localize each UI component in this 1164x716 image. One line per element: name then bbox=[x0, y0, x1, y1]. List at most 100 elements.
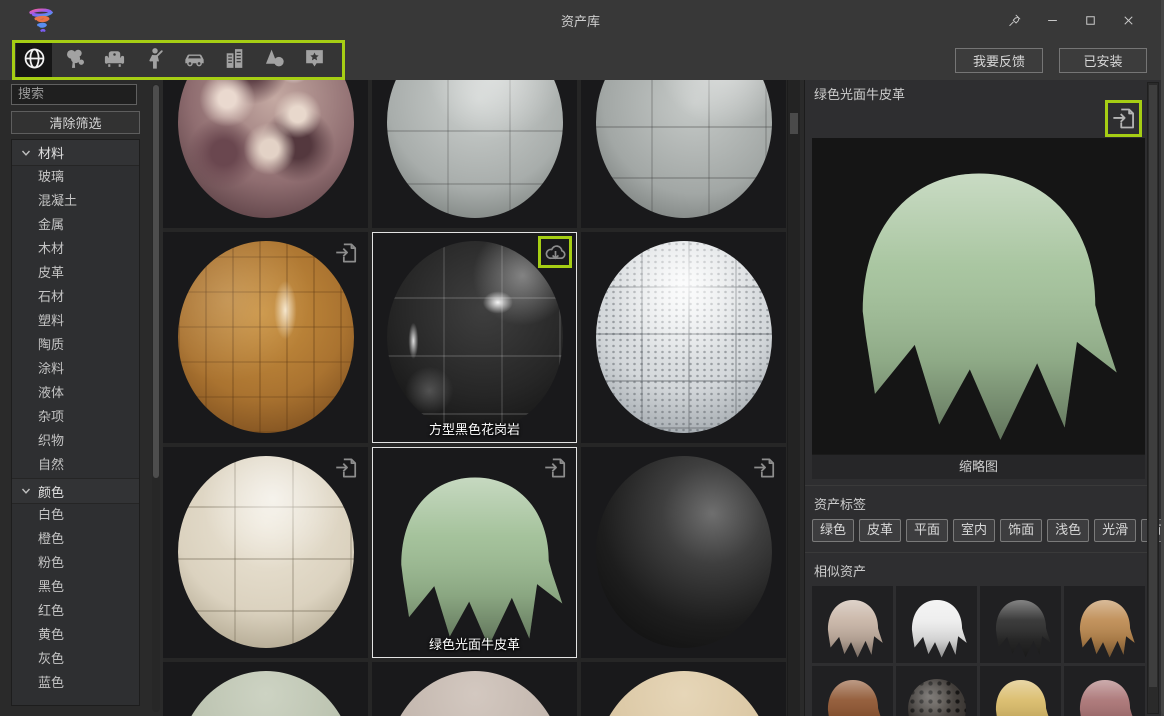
maximize-button[interactable] bbox=[1075, 7, 1105, 33]
tags-section-title: 资产标签 bbox=[814, 494, 1145, 513]
filter-item[interactable]: 织物 bbox=[12, 430, 139, 454]
import-icon[interactable] bbox=[333, 455, 359, 481]
asset-tag[interactable]: 饰面 bbox=[1000, 519, 1042, 542]
category-buildings-button[interactable] bbox=[216, 44, 252, 76]
grid-scrollbar[interactable] bbox=[787, 80, 800, 716]
filter-item[interactable]: 红色 bbox=[12, 600, 139, 624]
pin-button[interactable] bbox=[999, 7, 1029, 33]
filter-item[interactable]: 石材 bbox=[12, 286, 139, 310]
filter-item[interactable]: 玻璃 bbox=[12, 166, 139, 190]
filter-section-header[interactable]: 颜色 bbox=[12, 478, 139, 504]
similar-asset-thumb[interactable] bbox=[812, 586, 893, 663]
sidebar-scrollbar[interactable] bbox=[152, 84, 160, 712]
similar-asset-thumb[interactable] bbox=[812, 666, 893, 716]
divider bbox=[805, 485, 1152, 486]
filter-item-label: 皮革 bbox=[38, 266, 64, 281]
filter-item[interactable]: 灰色 bbox=[12, 648, 139, 672]
filter-item[interactable]: 蓝色 bbox=[12, 672, 139, 696]
category-vegetation-button[interactable] bbox=[56, 44, 92, 76]
category-primitives-button[interactable] bbox=[256, 44, 292, 76]
filter-item[interactable]: 皮革 bbox=[12, 262, 139, 286]
asset-tile[interactable] bbox=[372, 80, 577, 228]
material-sphere bbox=[596, 456, 772, 648]
detail-preview bbox=[812, 138, 1145, 454]
asset-tile[interactable]: 绿色光面牛皮革 bbox=[372, 447, 577, 658]
asset-tag[interactable]: 绿色 bbox=[812, 519, 854, 542]
asset-tile[interactable] bbox=[581, 80, 786, 228]
similar-asset-thumb[interactable] bbox=[980, 666, 1061, 716]
filter-item[interactable]: 粉色 bbox=[12, 552, 139, 576]
filter-section-header[interactable]: 材料 bbox=[12, 140, 139, 166]
asset-thumbnail bbox=[163, 662, 368, 716]
cloth-drape bbox=[826, 151, 1132, 447]
installed-button[interactable]: 已安装 bbox=[1059, 48, 1147, 73]
detail-scrollbar-thumb[interactable] bbox=[1149, 85, 1157, 687]
filter-item[interactable]: 液体 bbox=[12, 382, 139, 406]
asset-thumbnail bbox=[581, 662, 786, 716]
asset-tag[interactable]: 光滑 bbox=[1094, 519, 1136, 542]
import-icon[interactable] bbox=[333, 240, 359, 266]
filter-item[interactable]: 自然 bbox=[12, 454, 139, 478]
filter-item[interactable]: 白色 bbox=[12, 504, 139, 528]
import-icon[interactable] bbox=[751, 455, 777, 481]
filter-sections: 材料 玻璃 混凝土 金属 木材 皮革 石材 塑料 陶质 涂料 液体 杂项 织物 … bbox=[11, 139, 140, 706]
search-input[interactable] bbox=[11, 84, 137, 105]
asset-tile[interactable] bbox=[163, 80, 368, 228]
category-materials-button[interactable] bbox=[16, 43, 52, 77]
clear-filter-button[interactable]: 清除筛选 bbox=[11, 111, 140, 134]
material-sphere bbox=[178, 80, 354, 218]
asset-tile[interactable] bbox=[163, 662, 368, 716]
asset-tile[interactable] bbox=[372, 662, 577, 716]
category-decals-button[interactable] bbox=[296, 44, 332, 76]
cone-sphere-icon bbox=[262, 46, 287, 75]
asset-tile[interactable] bbox=[163, 232, 368, 443]
filter-item[interactable]: 塑料 bbox=[12, 310, 139, 334]
filter-item[interactable]: 金属 bbox=[12, 214, 139, 238]
person-icon bbox=[142, 46, 167, 75]
cloud-download-icon[interactable] bbox=[538, 236, 572, 268]
detail-scrollbar[interactable] bbox=[1147, 82, 1159, 714]
asset-tile[interactable] bbox=[581, 662, 786, 716]
asset-tile[interactable] bbox=[163, 447, 368, 658]
asset-tag[interactable]: 皮革 bbox=[859, 519, 901, 542]
category-furniture-button[interactable] bbox=[96, 44, 132, 76]
filter-item[interactable]: 黑色 bbox=[12, 576, 139, 600]
titlebar[interactable]: 资产库 bbox=[0, 0, 1161, 40]
filter-item-label: 黑色 bbox=[38, 580, 64, 595]
grid-scrollbar-thumb[interactable] bbox=[790, 113, 798, 134]
minimize-button[interactable] bbox=[1037, 7, 1067, 33]
similar-asset-thumb[interactable] bbox=[1064, 666, 1145, 716]
filter-item[interactable]: 混凝土 bbox=[12, 190, 139, 214]
filter-item-label: 木材 bbox=[38, 242, 64, 257]
asset-tile[interactable] bbox=[581, 232, 786, 443]
feedback-button[interactable]: 我要反馈 bbox=[955, 48, 1043, 73]
similar-asset-thumb[interactable] bbox=[896, 666, 977, 716]
filter-item[interactable]: 陶质 bbox=[12, 334, 139, 358]
similar-asset-thumb[interactable] bbox=[896, 586, 977, 663]
cloth-drape bbox=[1072, 675, 1138, 716]
asset-tag[interactable]: 室内 bbox=[953, 519, 995, 542]
close-button[interactable] bbox=[1113, 7, 1143, 33]
filter-item-label: 黄色 bbox=[38, 628, 64, 643]
content-area: 清除筛选 材料 玻璃 混凝土 金属 木材 皮革 石材 塑料 陶质 涂料 液体 杂… bbox=[0, 80, 1161, 716]
asset-tag[interactable]: 平面 bbox=[906, 519, 948, 542]
asset-tag[interactable]: 浅色 bbox=[1047, 519, 1089, 542]
category-characters-button[interactable] bbox=[136, 44, 172, 76]
filter-item[interactable]: 黄色 bbox=[12, 624, 139, 648]
asset-thumbnail bbox=[163, 80, 368, 228]
filter-item[interactable]: 木材 bbox=[12, 238, 139, 262]
import-icon[interactable] bbox=[542, 455, 568, 481]
filter-item[interactable]: 橙色 bbox=[12, 528, 139, 552]
filter-item-label: 红色 bbox=[38, 604, 64, 619]
import-icon[interactable] bbox=[1110, 105, 1137, 132]
asset-tile[interactable] bbox=[581, 447, 786, 658]
similar-asset-thumb[interactable] bbox=[1064, 586, 1145, 663]
category-vehicles-button[interactable] bbox=[176, 44, 212, 76]
sidebar-scrollbar-thumb[interactable] bbox=[153, 85, 159, 478]
asset-tile[interactable]: 方型黑色花岗岩 bbox=[372, 232, 577, 443]
car-icon bbox=[182, 46, 207, 75]
filter-item[interactable]: 涂料 bbox=[12, 358, 139, 382]
similar-asset-thumb[interactable] bbox=[980, 586, 1061, 663]
filter-item-label: 塑料 bbox=[38, 314, 64, 329]
filter-item[interactable]: 杂项 bbox=[12, 406, 139, 430]
